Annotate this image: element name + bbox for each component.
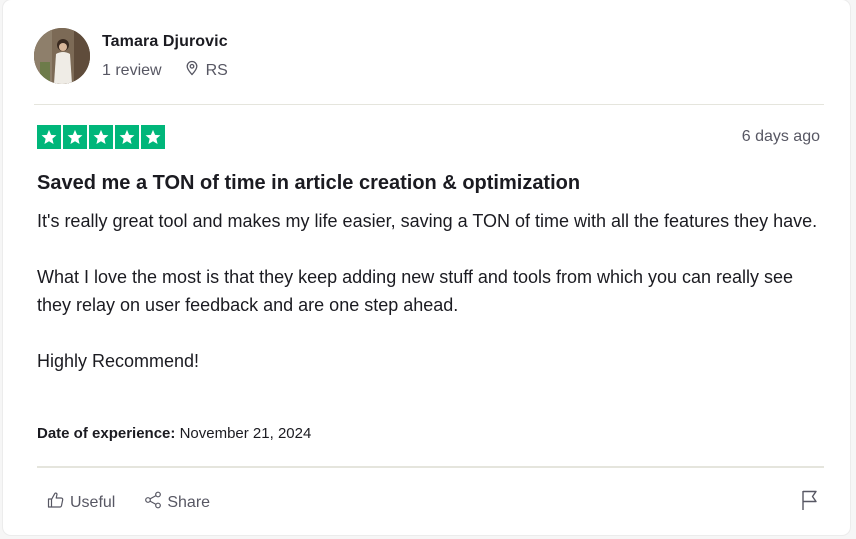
header-divider: [34, 104, 824, 105]
star-rating: [37, 125, 167, 149]
review-paragraph: It's really great tool and makes my life…: [37, 211, 818, 231]
reviewer-header: Tamara Djurovic 1 review RS: [34, 28, 824, 86]
report-button[interactable]: [800, 489, 820, 516]
date-of-experience: Date of experience: November 21, 2024: [37, 425, 311, 442]
share-icon: [143, 490, 167, 515]
review-title[interactable]: Saved me a TON of time in article creati…: [37, 172, 580, 195]
country-code: RS: [205, 61, 228, 79]
star-icon: [63, 125, 87, 149]
location-pin-icon: [184, 60, 206, 81]
review-count: 1 review: [102, 61, 162, 79]
avatar[interactable]: [34, 28, 90, 84]
star-icon: [37, 125, 61, 149]
star-icon: [141, 125, 165, 149]
review-actions: Useful Share: [46, 490, 238, 515]
useful-button[interactable]: Useful: [46, 490, 115, 515]
reviewer-meta: 1 review RS: [102, 60, 228, 81]
reviewer-name[interactable]: Tamara Djurovic: [102, 33, 228, 51]
review-paragraph: Highly Recommend!: [37, 351, 200, 371]
share-button[interactable]: Share: [143, 490, 210, 515]
useful-label: Useful: [70, 493, 116, 511]
thumbs-up-icon: [46, 490, 70, 515]
star-icon: [115, 125, 139, 149]
share-label: Share: [167, 493, 211, 511]
experience-date: November 21, 2024: [179, 425, 312, 442]
review-card: Tamara Djurovic 1 review RS 6 days ago S…: [3, 0, 850, 535]
flag-icon: [800, 490, 820, 515]
reviewer-location: RS: [184, 60, 228, 81]
footer-divider: [37, 466, 824, 468]
review-date: 6 days ago: [741, 128, 820, 145]
review-body: It's really great tool and makes my life…: [37, 207, 827, 375]
review-paragraph: What I love the most is that they keep a…: [37, 267, 799, 315]
experience-label: Date of experience:: [37, 425, 176, 442]
star-icon: [89, 125, 113, 149]
